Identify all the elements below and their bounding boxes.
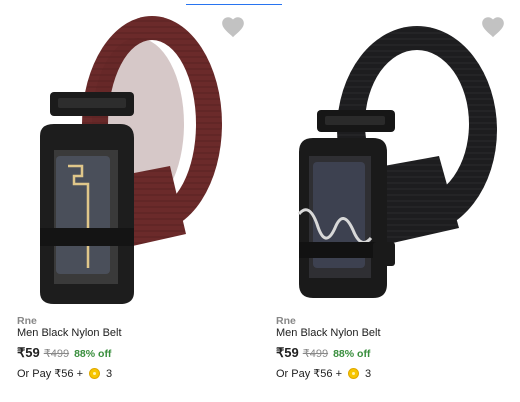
heart-icon <box>222 17 244 38</box>
coin-count: 3 <box>106 367 113 380</box>
black-belt-illustration <box>297 26 497 298</box>
coin-pay-row: Or Pay ₹56 + 3 <box>276 367 372 381</box>
supercoin-icon <box>89 368 100 379</box>
product-grid: Rne Men Black Nylon Belt ₹59 ₹499 88% of… <box>0 0 520 402</box>
product-title[interactable]: Men Black Nylon Belt <box>276 327 381 339</box>
wishlist-button[interactable] <box>220 14 246 40</box>
coin-count: 3 <box>365 367 372 380</box>
product-brand: Rne <box>276 315 296 327</box>
brown-belt-illustration <box>40 16 222 304</box>
heart-icon <box>482 17 504 38</box>
price-row: ₹59 ₹499 88% off <box>276 345 370 363</box>
coin-pay-row: Or Pay ₹56 + 3 <box>17 367 113 381</box>
product-brand: Rne <box>17 315 37 327</box>
selling-price: ₹59 <box>276 345 299 360</box>
price-row: ₹59 ₹499 88% off <box>17 345 111 363</box>
pay-with-coins-label: Or Pay ₹56 + <box>276 368 342 380</box>
pay-with-coins-label: Or Pay ₹56 + <box>17 368 83 380</box>
supercoin-icon <box>348 368 359 379</box>
wishlist-button[interactable] <box>480 14 506 40</box>
product-card[interactable]: Rne Men Black Nylon Belt ₹59 ₹499 88% of… <box>0 0 258 402</box>
product-image[interactable] <box>10 6 248 304</box>
selling-price: ₹59 <box>17 345 40 360</box>
product-card[interactable]: Rne Men Black Nylon Belt ₹59 ₹499 88% of… <box>259 0 517 402</box>
mrp-price: ₹499 <box>43 348 70 360</box>
mrp-price: ₹499 <box>302 348 329 360</box>
discount-badge: 88% off <box>74 348 112 360</box>
product-title[interactable]: Men Black Nylon Belt <box>17 327 122 339</box>
discount-badge: 88% off <box>333 348 371 360</box>
product-image[interactable] <box>269 6 507 304</box>
